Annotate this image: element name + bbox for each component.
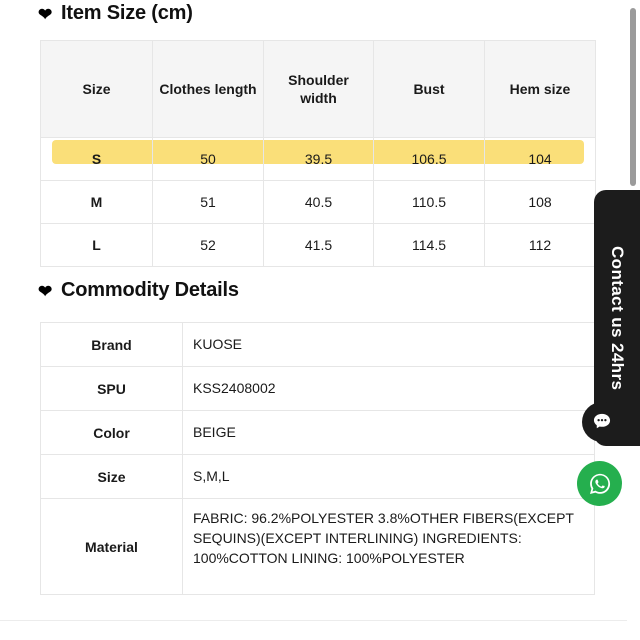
detail-value-material: FABRIC: 96.2%POLYESTER 3.8%OTHER FIBERS(… — [182, 498, 595, 595]
cell-bust: 106.5 — [373, 137, 485, 181]
size-chart-header: Size Clothes length Shoulder width Bust … — [40, 40, 596, 138]
column-header-hem-size: Hem size — [484, 40, 596, 138]
cell-clothes-length: 50 — [152, 137, 264, 181]
cell-clothes-length: 51 — [152, 180, 264, 224]
whatsapp-button[interactable] — [577, 461, 622, 506]
table-row: Material FABRIC: 96.2%POLYESTER 3.8%OTHE… — [40, 498, 595, 595]
column-header-shoulder-width: Shoulder width — [263, 40, 374, 138]
heart-icon: ❤ — [38, 282, 53, 301]
column-header-size: Size — [40, 40, 153, 138]
detail-key-brand: Brand — [40, 322, 183, 367]
cell-bust: 110.5 — [373, 180, 485, 224]
column-header-bust: Bust — [373, 40, 485, 138]
table-row: SPU KSS2408002 — [40, 366, 595, 411]
section-divider — [0, 620, 627, 621]
cell-bust: 114.5 — [373, 223, 485, 267]
detail-value-brand: KUOSE — [182, 322, 595, 367]
item-size-heading-text: Item Size (cm) — [61, 2, 193, 24]
chat-bubble-icon — [593, 413, 611, 429]
table-row[interactable]: S 50 39.5 106.5 104 — [40, 137, 596, 181]
whatsapp-icon — [589, 473, 610, 494]
scrollbar-thumb[interactable] — [630, 8, 636, 186]
detail-key-color: Color — [40, 410, 183, 455]
size-chart-body: S 50 39.5 106.5 104 M 51 40.5 110.5 108 … — [40, 137, 596, 267]
detail-key-spu: SPU — [40, 366, 183, 411]
table-row: Size S,M,L — [40, 454, 595, 499]
detail-value-spu: KSS2408002 — [182, 366, 595, 411]
contact-us-tab-label: Contact us 24hrs — [608, 245, 627, 391]
table-row: Color BEIGE — [40, 410, 595, 455]
commodity-details-table: Brand KUOSE SPU KSS2408002 Color BEIGE S… — [40, 322, 595, 595]
item-size-heading: ❤ Item Size (cm) — [38, 2, 193, 25]
cell-clothes-length: 52 — [152, 223, 264, 267]
cell-size: S — [40, 137, 153, 181]
cell-size: M — [40, 180, 153, 224]
cell-hem-size: 112 — [484, 223, 596, 267]
cell-size: L — [40, 223, 153, 267]
table-row[interactable]: M 51 40.5 110.5 108 — [40, 180, 596, 224]
size-chart-header-row: Size Clothes length Shoulder width Bust … — [40, 40, 596, 138]
cell-hem-size: 108 — [484, 180, 596, 224]
detail-value-color: BEIGE — [182, 410, 595, 455]
commodity-details-heading-text: Commodity Details — [61, 279, 239, 301]
vertical-scrollbar[interactable] — [626, 0, 640, 640]
product-detail-page: ❤ Item Size (cm) Size Clothes length Sho… — [0, 0, 640, 640]
detail-value-size: S,M,L — [182, 454, 595, 499]
commodity-details-body: Brand KUOSE SPU KSS2408002 Color BEIGE S… — [40, 322, 595, 595]
detail-key-size: Size — [40, 454, 183, 499]
cell-hem-size: 104 — [484, 137, 596, 181]
heart-icon: ❤ — [38, 5, 53, 24]
table-row[interactable]: L 52 41.5 114.5 112 — [40, 223, 596, 267]
cell-shoulder-width: 40.5 — [263, 180, 374, 224]
chat-bubble-button[interactable] — [582, 402, 622, 442]
column-header-clothes-length: Clothes length — [152, 40, 264, 138]
detail-key-material: Material — [40, 498, 183, 595]
table-row: Brand KUOSE — [40, 322, 595, 367]
commodity-details-heading: ❤ Commodity Details — [38, 279, 239, 302]
size-chart-table: Size Clothes length Shoulder width Bust … — [40, 40, 596, 267]
cell-shoulder-width: 41.5 — [263, 223, 374, 267]
cell-shoulder-width: 39.5 — [263, 137, 374, 181]
